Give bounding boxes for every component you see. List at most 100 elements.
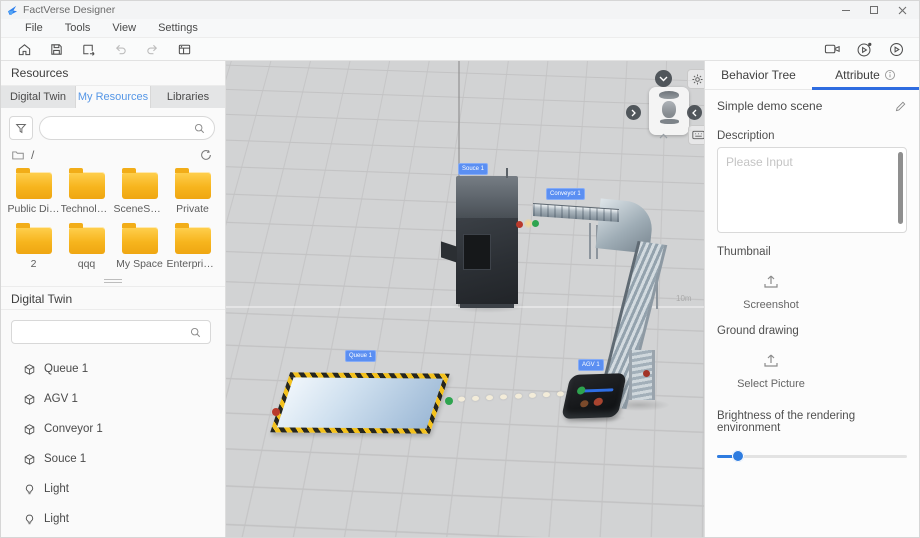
port-dot-red[interactable] <box>643 370 650 377</box>
folder-grid: Public Dire… Technolog… SceneSample Priv… <box>1 164 225 276</box>
folder-icon <box>174 223 211 254</box>
record-button[interactable] <box>855 40 873 58</box>
gizmo-rotate-left-button[interactable] <box>626 105 641 120</box>
info-icon <box>884 69 895 81</box>
search-icon <box>194 123 205 133</box>
brightness-slider[interactable] <box>717 449 907 463</box>
resource-search-input[interactable] <box>48 122 193 134</box>
folder-icon <box>68 168 105 199</box>
menu-file[interactable]: File <box>15 20 53 36</box>
redo-button[interactable] <box>143 40 161 58</box>
gear-icon <box>691 73 703 85</box>
textarea-scrollbar[interactable] <box>898 152 903 224</box>
scene-name: Simple demo scene <box>717 99 823 113</box>
thumbnail-label: Thumbnail <box>717 246 771 258</box>
filter-button[interactable] <box>9 116 33 140</box>
port-dot-green[interactable] <box>532 220 539 227</box>
viewport-settings-button[interactable] <box>687 69 704 89</box>
brightness-track[interactable] <box>717 455 907 458</box>
select-picture-label: Select Picture <box>737 378 805 390</box>
list-item-conveyor[interactable]: Conveyor 1 <box>23 414 225 444</box>
agv-3d[interactable] <box>561 373 627 419</box>
port-dot-green[interactable] <box>445 397 453 405</box>
shortcut-keys-button[interactable] <box>688 125 704 145</box>
resources-header: Resources <box>1 61 225 86</box>
port-dot-red[interactable] <box>272 408 280 416</box>
gizmo-rotate-right-button[interactable] <box>687 105 702 120</box>
gizmo-down-button[interactable] <box>659 133 668 139</box>
home-button[interactable] <box>15 40 33 58</box>
digital-twin-list: Queue 1 AGV 1 Conveyor 1 Souce 1 Light L… <box>1 348 225 534</box>
3d-viewport[interactable]: 10m Souce 1 Conveyor 1 Queue 1 AGV 1 <box>226 61 704 537</box>
label-badge-queue[interactable]: Queue 1 <box>345 350 377 362</box>
label-badge-agv[interactable]: AGV 1 <box>578 359 604 371</box>
folder-icon <box>15 168 52 199</box>
conveyor-leg <box>589 223 591 259</box>
select-picture-button[interactable]: Select Picture <box>705 342 837 394</box>
screenshot-label: Screenshot <box>743 299 799 311</box>
machine-3d[interactable] <box>441 168 518 308</box>
gizmo-up-button[interactable] <box>655 70 672 87</box>
camera-button[interactable] <box>823 40 841 58</box>
brightness-handle[interactable] <box>731 450 744 462</box>
refresh-button[interactable] <box>199 148 213 162</box>
titlebar: FactVerse Designer <box>1 1 919 19</box>
tab-attribute[interactable]: Attribute <box>812 61 919 90</box>
view-gizmo[interactable] <box>649 87 689 135</box>
app-window: FactVerse Designer File Tools View Setti… <box>0 0 920 538</box>
tab-my-resources[interactable]: My Resources <box>76 86 151 108</box>
folder-item[interactable]: Private <box>166 168 219 215</box>
description-textarea[interactable] <box>717 147 907 233</box>
cube-icon <box>24 453 35 465</box>
resources-tabs: Digital Twin My Resources Libraries <box>1 86 225 108</box>
save-as-button[interactable] <box>79 40 97 58</box>
list-item-light-1[interactable]: Light <box>23 474 225 504</box>
folder-item[interactable]: My Space <box>113 223 166 270</box>
list-item-source[interactable]: Souce 1 <box>23 444 225 474</box>
play-button[interactable] <box>887 40 905 58</box>
folder-item[interactable]: 2 <box>7 223 60 270</box>
machine-screen <box>463 234 491 270</box>
port-dot-red[interactable] <box>516 221 523 228</box>
tab-libraries[interactable]: Libraries <box>151 86 225 108</box>
folder-item[interactable]: SceneSample <box>113 168 166 215</box>
menubar: File Tools View Settings <box>1 19 919 38</box>
digital-twin-search[interactable] <box>11 320 211 344</box>
save-button[interactable] <box>47 40 65 58</box>
label-badge-conveyor[interactable]: Conveyor 1 <box>546 188 585 200</box>
list-item-light-2[interactable]: Light <box>23 504 225 534</box>
label-badge-source[interactable]: Souce 1 <box>458 163 489 175</box>
edit-scene-name-button[interactable] <box>894 100 907 113</box>
conveyor-end-3d[interactable] <box>629 350 655 400</box>
folder-icon <box>15 223 52 254</box>
upload-icon <box>764 275 778 288</box>
menu-settings[interactable]: Settings <box>148 20 208 36</box>
tab-behavior-tree[interactable]: Behavior Tree <box>705 61 812 89</box>
folder-item[interactable]: Technolog… <box>60 168 113 215</box>
queue-area-3d[interactable] <box>270 372 450 434</box>
resource-search[interactable] <box>39 116 215 140</box>
assets-panel-button[interactable] <box>175 40 193 58</box>
screenshot-upload-button[interactable]: Screenshot <box>705 263 837 315</box>
maximize-button[interactable] <box>861 2 887 18</box>
folder-item[interactable]: Public Dire… <box>7 168 60 215</box>
list-item-queue[interactable]: Queue 1 <box>23 354 225 384</box>
tab-digital-twin[interactable]: Digital Twin <box>1 86 76 108</box>
minimize-button[interactable] <box>833 2 859 18</box>
folder-icon <box>121 168 158 199</box>
maximize-icon <box>870 6 878 14</box>
digital-twin-search-input[interactable] <box>20 326 189 338</box>
list-item-agv[interactable]: AGV 1 <box>23 384 225 414</box>
close-button[interactable] <box>889 2 915 18</box>
machine-top <box>456 168 518 218</box>
cube-icon <box>24 393 35 405</box>
menu-tools[interactable]: Tools <box>55 20 101 36</box>
bulb-icon <box>25 484 34 494</box>
chevron-left-icon <box>692 109 697 116</box>
folder-item[interactable]: Enterprise s… <box>166 223 219 270</box>
digital-twin-header: Digital Twin <box>1 286 225 310</box>
undo-button[interactable] <box>111 40 129 58</box>
menu-view[interactable]: View <box>102 20 146 36</box>
panel-splitter[interactable] <box>1 276 225 286</box>
folder-item[interactable]: qqq <box>60 223 113 270</box>
